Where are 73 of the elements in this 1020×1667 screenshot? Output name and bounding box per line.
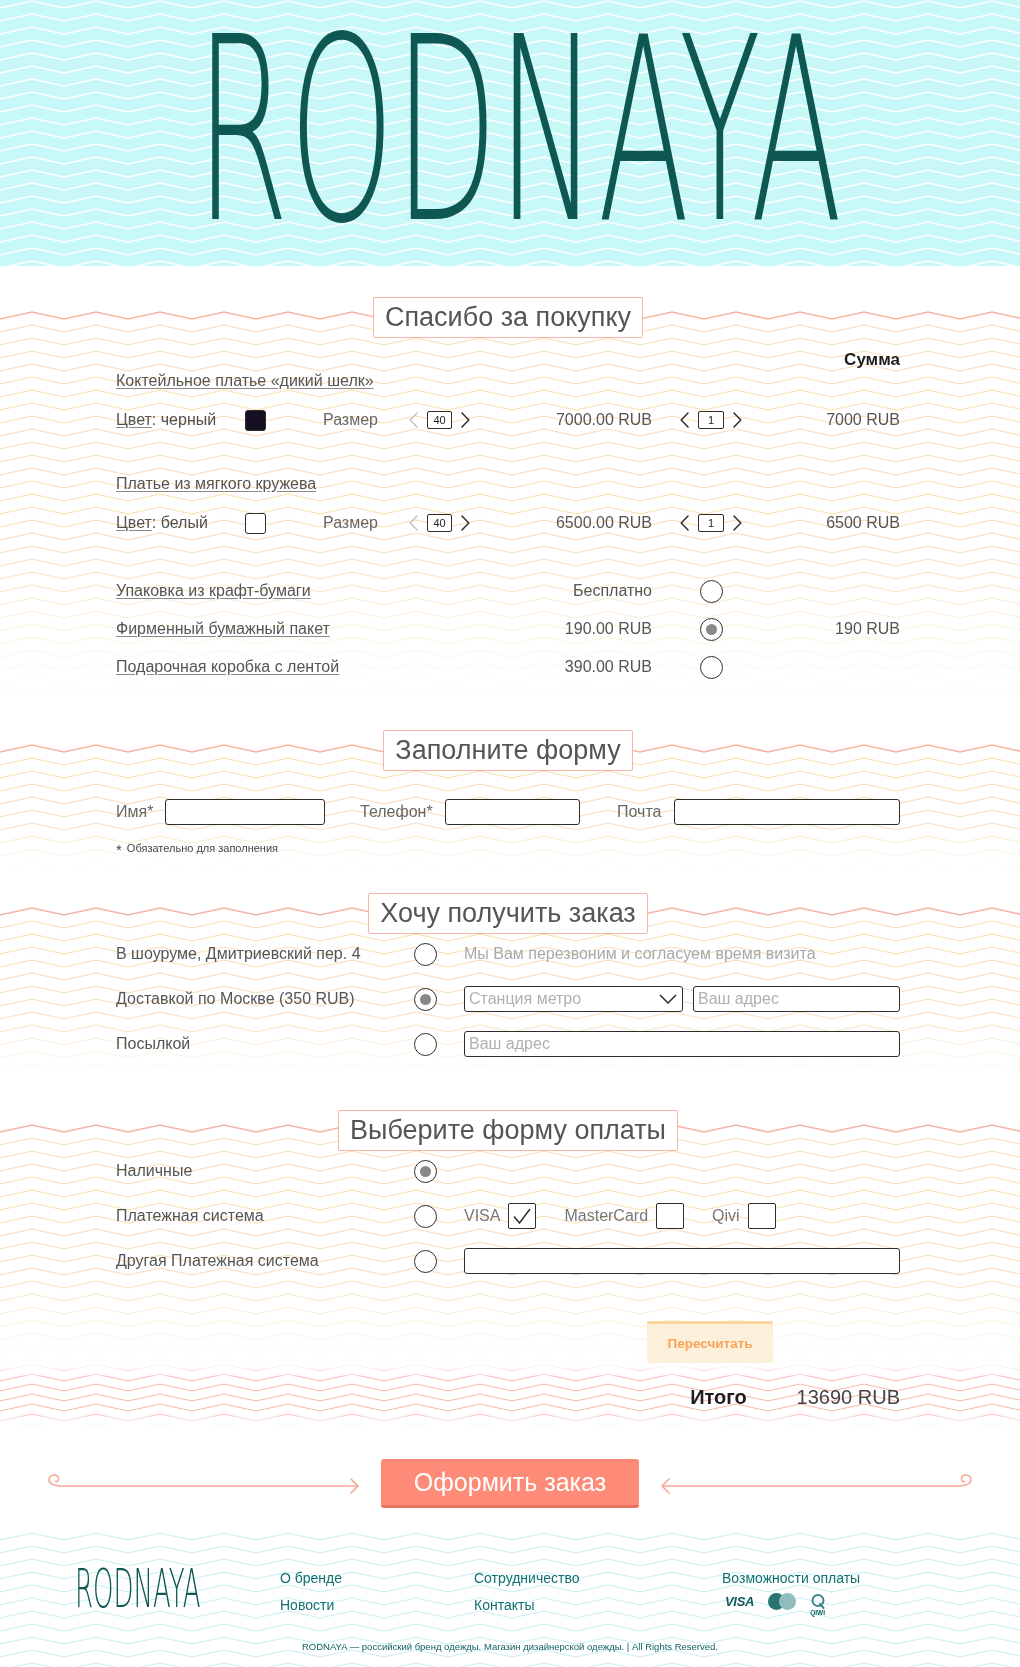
address-field[interactable]: Ваш адрес [693,986,900,1012]
color-label: Цвет: белый [116,514,208,532]
unit-price: 6500.00 RUB [555,514,652,532]
packaging-price: 190.00 RUB [564,620,652,638]
field-label: Почта [617,803,662,821]
quantity-field[interactable]: 1 [698,514,724,532]
packaging-price: Бесплатно [573,582,652,600]
packaging-link[interactable]: Подарочная коробка с лентой [116,658,340,676]
option-label: Наличные [116,1162,193,1180]
asterisk-mark: * [116,841,122,858]
footer-link[interactable]: О бренде [280,1568,343,1588]
checkbox[interactable] [656,1203,685,1229]
checkbox[interactable] [747,1203,776,1229]
input-field[interactable] [445,799,580,825]
system-label: VISA [464,1207,501,1225]
color-link[interactable]: Цвет [116,514,152,531]
section-title: Заполните форму [383,730,633,771]
chevron-right-icon[interactable] [733,515,742,531]
section-title: Выберите форму оплаты [338,1110,678,1151]
total-label: Итого [690,1385,747,1409]
size-label: Размер [323,514,378,532]
option-label: Другая Платежная система [116,1252,319,1270]
checkmark-icon [513,1208,532,1224]
chevron-right-icon[interactable] [461,412,470,428]
section-title: Спасибо за покупку [372,297,644,338]
checkbox[interactable] [508,1203,537,1229]
packaging-price: 390.00 RUB [564,658,652,676]
field-label: Телефон* [360,803,433,821]
footer-link[interactable]: Сотрудничество [474,1568,580,1588]
size-field[interactable]: 40 [427,411,452,429]
chevron-left-icon[interactable] [680,412,689,428]
product-link[interactable]: Коктейльное платье «дикий шелк» [116,371,374,390]
payment-heading: Возможности оплаты [722,1569,861,1588]
chevron-right-icon[interactable] [733,412,742,428]
input-field[interactable] [165,799,325,825]
option-label: Посылкой [116,1035,191,1053]
line-total: 7000 RUB [826,411,900,429]
packaging-link[interactable]: Упаковка из крафт-бумаги [116,582,311,600]
card-logo: VISA [725,1594,755,1610]
packaging-link[interactable]: Фирменный бумажный пакет [116,620,330,638]
option-label: Доставкой по Москве (350 RUB) [116,990,355,1008]
line-total: 6500 RUB [826,514,900,532]
sum-heading: Сумма [844,350,900,370]
color-link[interactable]: Цвет [116,411,152,428]
section-title: Хочу получить заказ [368,893,648,934]
size-label: Размер [323,411,378,429]
system-label: Qivi [712,1207,740,1225]
footer-link[interactable]: Контакты [474,1595,535,1615]
required-note: Обязательно для заполнения [126,842,279,854]
chevron-down-icon [659,994,677,1004]
total-value: 13690 RUB [796,1385,900,1409]
logo: RODNAYA [195,31,843,235]
system-label: MasterCard [564,1207,649,1225]
product-link[interactable]: Платье из мягкого кружева [116,474,317,493]
input-field[interactable] [674,799,900,825]
line-total: 190 RUB [835,620,900,638]
field-label: Имя* [116,803,154,821]
unit-price: 7000.00 RUB [555,411,652,429]
chevron-right-icon[interactable] [461,515,470,531]
overlapping-circles-icon [768,1593,797,1610]
footer-link[interactable]: Новости [280,1595,335,1615]
logo: RODNAYA [75,1567,201,1611]
address-field[interactable]: Ваш адрес [464,1031,900,1057]
option-label: Платежная система [116,1207,264,1225]
visit-note: Мы Вам перезвоним и согласуем время визита [464,945,816,963]
ring-icon [810,1594,825,1609]
input-field[interactable] [464,1248,900,1274]
copyright-text: RODNAYA — российский бренд одежды. Магазин дизайнерской одежды. | All Rights Reserved. [302,1641,718,1652]
option-label: В шоуруме, Дмитриевский пер. 4 [116,945,361,963]
quantity-field[interactable]: 1 [698,411,724,429]
size-field[interactable]: 40 [427,514,452,532]
chevron-left-icon[interactable] [680,515,689,531]
color-label: Цвет: черный [116,411,217,429]
